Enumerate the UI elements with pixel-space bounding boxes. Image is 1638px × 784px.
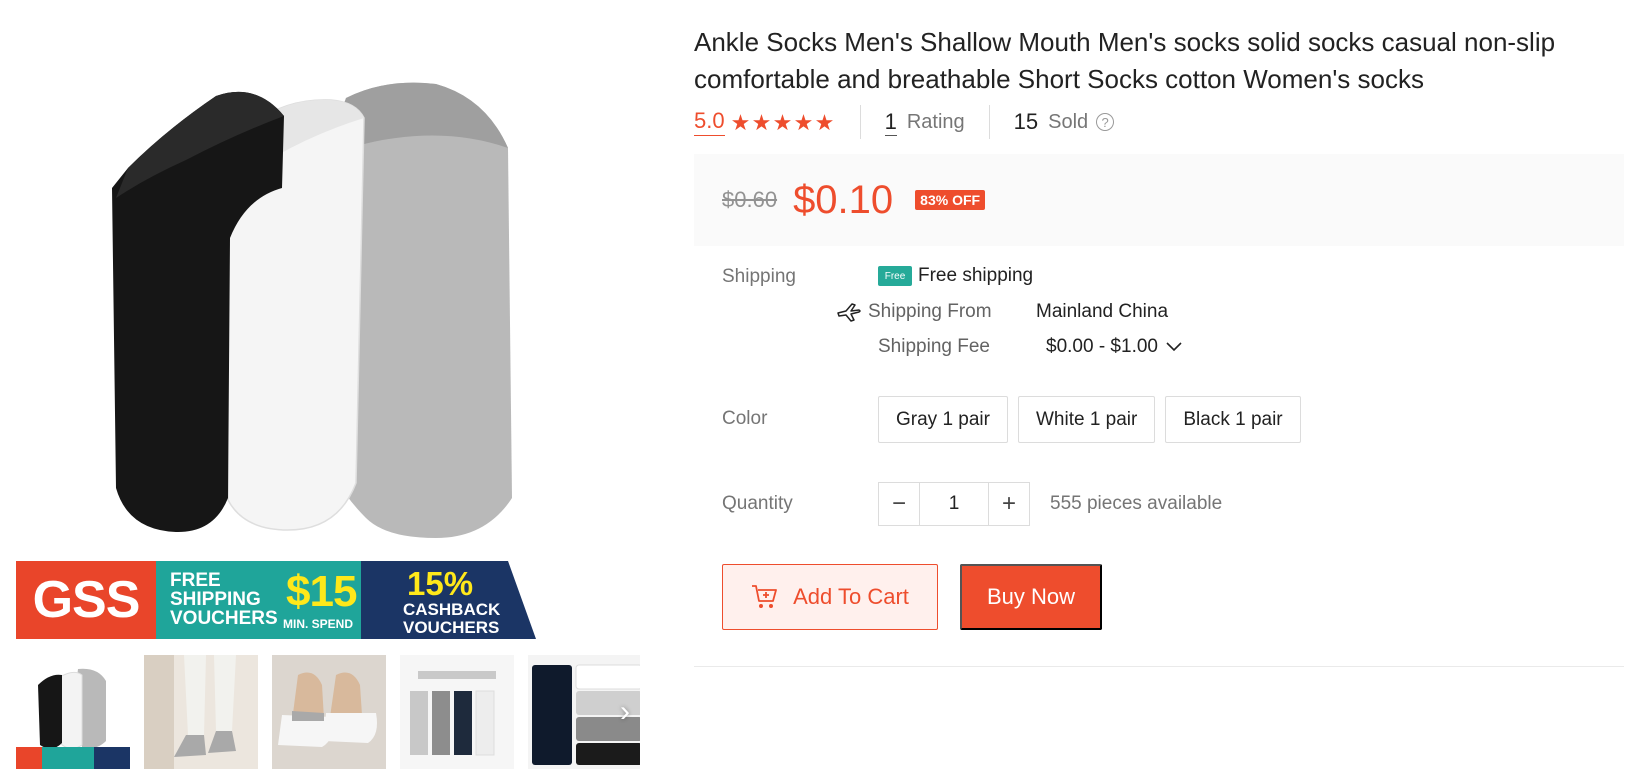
sold-label: Sold bbox=[1048, 110, 1089, 133]
shipping-from-label: Shipping From bbox=[868, 301, 992, 322]
color-option-black[interactable]: Black 1 pair bbox=[1165, 396, 1301, 443]
banner-amount: $15 bbox=[286, 567, 357, 616]
discount-badge: 83% OFF bbox=[915, 190, 986, 210]
star-icon: ★ bbox=[814, 109, 835, 135]
quantity-input[interactable]: 1 bbox=[920, 482, 988, 526]
chevron-down-icon[interactable] bbox=[1166, 342, 1182, 352]
price-box: $0.60 $0.10 83% OFF bbox=[694, 154, 1624, 246]
color-option-gray[interactable]: Gray 1 pair bbox=[878, 396, 1008, 443]
shipping-fee-value[interactable]: $0.00 - $1.00 bbox=[1046, 336, 1158, 358]
rating-stars: ★ ★ ★ ★ ★ bbox=[730, 109, 836, 135]
cart-add-icon bbox=[752, 585, 778, 608]
original-price: $0.60 bbox=[722, 187, 778, 212]
main-product-image[interactable] bbox=[16, 38, 640, 638]
help-icon[interactable]: ? bbox=[1096, 113, 1115, 131]
rating-score[interactable]: 5.0 bbox=[694, 108, 725, 136]
banner-free-line: FREE bbox=[170, 570, 221, 591]
shipping-from-value: Mainland China bbox=[1036, 301, 1169, 322]
rating-label: Rating bbox=[906, 110, 965, 133]
banner-shipping-line: SHIPPING bbox=[170, 589, 261, 610]
banner-gss-logo: GSS bbox=[16, 561, 156, 639]
star-icon: ★ bbox=[730, 109, 751, 135]
quantity-label: Quantity bbox=[722, 493, 793, 514]
shipping-fee-label: Shipping Fee bbox=[878, 336, 990, 357]
banner-free-shipping: FREE SHIPPING VOUCHERS $15 MIN. SPEND bbox=[156, 561, 362, 639]
star-icon: ★ bbox=[751, 109, 772, 135]
current-price: $0.10 bbox=[793, 177, 894, 222]
thumbnail-4-image bbox=[400, 655, 514, 769]
product-stats: 5.0 ★ ★ ★ ★ ★ 1 Rating 15 Sold ? bbox=[694, 104, 1115, 140]
free-shipping-row: Free Free shipping bbox=[878, 265, 1033, 287]
chevron-right-icon[interactable]: › bbox=[610, 695, 640, 728]
banner-min-spend: MIN. SPEND bbox=[283, 617, 354, 631]
product-title: Ankle Socks Men's Shallow Mouth Men's so… bbox=[694, 27, 1556, 94]
quantity-stepper: − 1 + 555 pieces available bbox=[878, 482, 1222, 526]
banner-vouchers-line: VOUCHERS bbox=[170, 608, 278, 629]
product-gallery: GSS FREE SHIPPING VOUCHERS $15 MIN. SPEN… bbox=[0, 0, 660, 784]
airplane-icon bbox=[834, 301, 864, 323]
thumbnail-4[interactable] bbox=[400, 655, 514, 769]
stats-divider bbox=[859, 105, 861, 139]
star-icon: ★ bbox=[772, 109, 793, 135]
quantity-increase-button[interactable]: + bbox=[988, 482, 1030, 526]
promo-banner: GSS FREE SHIPPING VOUCHERS $15 MIN. SPEN… bbox=[16, 561, 536, 639]
socks-illustration bbox=[112, 82, 512, 538]
thumbnail-2-image bbox=[144, 655, 258, 769]
thumbnail-3[interactable] bbox=[272, 655, 386, 769]
buy-now-button[interactable]: Buy Now bbox=[960, 564, 1102, 630]
banner-cashback-line: CASHBACK bbox=[403, 600, 501, 619]
color-option-white[interactable]: White 1 pair bbox=[1017, 396, 1156, 443]
section-divider bbox=[694, 666, 1624, 667]
thumbnail-2[interactable] bbox=[144, 655, 258, 769]
product-info: Ankle Socks Men's Shallow Mouth Men's so… bbox=[694, 0, 1624, 784]
color-label: Color bbox=[722, 408, 768, 429]
color-options: Gray 1 pair White 1 pair Black 1 pair bbox=[878, 396, 1301, 443]
stock-available: 555 pieces available bbox=[1050, 493, 1223, 514]
stats-divider bbox=[988, 105, 990, 139]
sold-count: 15 bbox=[1013, 109, 1039, 134]
quantity-decrease-button[interactable]: − bbox=[878, 482, 920, 526]
thumbnail-1[interactable] bbox=[16, 655, 130, 769]
free-shipping-truck-icon: Free bbox=[878, 266, 912, 286]
add-to-cart-label: Add To Cart bbox=[793, 584, 909, 609]
banner-cashback-vouchers-line: VOUCHERS bbox=[403, 618, 500, 637]
shipping-from-row: Shipping From Mainland China bbox=[830, 301, 1168, 323]
rating-count[interactable]: 1 bbox=[884, 109, 897, 136]
free-shipping-text: Free shipping bbox=[918, 265, 1034, 286]
shipping-label: Shipping bbox=[722, 266, 796, 287]
shipping-fee-row: Shipping Fee $0.00 - $1.00 bbox=[878, 336, 1182, 358]
add-to-cart-button[interactable]: Add To Cart bbox=[722, 564, 938, 630]
banner-cashback: 15% CASHBACK VOUCHERS bbox=[361, 561, 536, 639]
purchase-actions: Add To Cart Buy Now bbox=[722, 564, 1102, 630]
thumbnail-strip: › bbox=[16, 655, 640, 770]
thumbnail-1-image bbox=[16, 655, 130, 769]
thumbnail-3-image bbox=[272, 655, 386, 769]
banner-cashback-pct: 15% bbox=[407, 565, 474, 602]
star-icon: ★ bbox=[793, 109, 814, 135]
